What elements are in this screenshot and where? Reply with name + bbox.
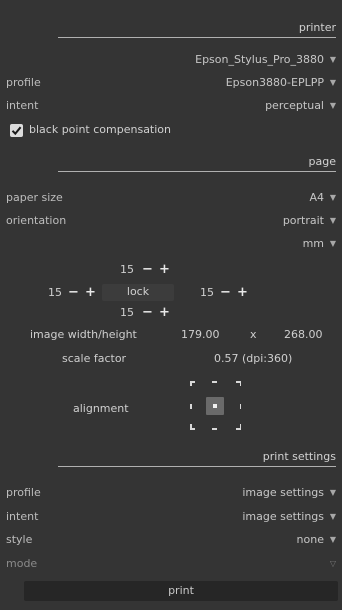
paper-size-label: paper size (6, 191, 63, 204)
orientation-select[interactable]: orientation portrait ▼ (6, 212, 336, 230)
image-height-value[interactable]: 268.00 (284, 328, 323, 341)
alignment-center-selected[interactable] (206, 397, 224, 415)
checkmark-icon (11, 126, 22, 136)
margin-top-value[interactable]: 15 (120, 263, 134, 276)
printer-profile-label: profile (6, 76, 41, 89)
alignment-label: alignment (73, 402, 129, 415)
paper-size-value: A4 (309, 191, 324, 204)
print-settings-section-divider (58, 466, 336, 467)
image-x-separator: x (250, 328, 257, 341)
printer-name: Epson_Stylus_Pro_3880 (195, 53, 324, 66)
margin-top-plus-icon[interactable]: + (159, 263, 170, 276)
margin-left-plus-icon[interactable]: + (85, 286, 96, 299)
scale-factor-label: scale factor (62, 352, 127, 365)
print-settings-section-title[interactable]: print settings (263, 450, 336, 463)
margin-right-plus-icon[interactable]: + (237, 286, 248, 299)
print-intent-value: image settings (242, 510, 324, 523)
print-profile-label: profile (6, 486, 41, 499)
printer-profile-value: Epson3880-EPLPP (225, 76, 324, 89)
margin-top-minus-icon[interactable]: − (142, 263, 153, 276)
margin-left-minus-icon[interactable]: − (68, 286, 79, 299)
image-width-value[interactable]: 179.00 (181, 328, 220, 341)
dropdown-arrow-icon: ▼ (329, 101, 336, 110)
margin-right-minus-icon[interactable]: − (220, 286, 231, 299)
margin-bottom-value[interactable]: 15 (120, 306, 134, 319)
lock-margins-toggle[interactable]: lock (102, 284, 174, 301)
page-section-divider (58, 171, 336, 172)
printer-select[interactable]: Epson_Stylus_Pro_3880 ▼ (6, 51, 336, 69)
print-mode-select[interactable]: mode ▽ (6, 555, 336, 573)
print-profile-select[interactable]: profile image settings ▼ (6, 484, 336, 502)
print-mode-label: mode (6, 557, 38, 570)
page-section-title[interactable]: page (309, 155, 336, 168)
black-point-compensation-checkbox[interactable] (10, 124, 23, 137)
unit-value: mm (302, 237, 324, 250)
dropdown-arrow-icon: ▼ (329, 512, 336, 521)
lock-label: lock (126, 285, 150, 298)
print-intent-select[interactable]: intent image settings ▼ (6, 508, 336, 526)
margin-bottom-plus-icon[interactable]: + (159, 306, 170, 319)
scale-factor-value: 0.57 (dpi:360) (214, 352, 293, 365)
printer-intent-select[interactable]: intent perceptual ▼ (6, 97, 336, 115)
print-intent-label: intent (6, 510, 39, 523)
center-dot-icon (213, 404, 217, 408)
dropdown-arrow-icon: ▼ (329, 239, 336, 248)
print-style-select[interactable]: style none ▼ (6, 531, 336, 549)
image-wh-label: image width/height (30, 328, 137, 341)
margin-bottom-minus-icon[interactable]: − (142, 306, 153, 319)
paper-size-select[interactable]: paper size A4 ▼ (6, 189, 336, 207)
orientation-value: portrait (282, 214, 324, 227)
print-profile-value: image settings (242, 486, 324, 499)
printer-intent-label: intent (6, 99, 39, 112)
unit-select[interactable]: mm ▼ (6, 235, 336, 253)
orientation-label: orientation (6, 214, 67, 227)
dropdown-arrow-icon: ▼ (329, 488, 336, 497)
print-style-label: style (6, 533, 33, 546)
printer-profile-select[interactable]: profile Epson3880-EPLPP ▼ (6, 74, 336, 92)
margin-left-value[interactable]: 15 (48, 286, 62, 299)
dropdown-arrow-icon: ▼ (329, 78, 336, 87)
printer-section-title[interactable]: printer (299, 21, 336, 34)
dropdown-arrow-disabled-icon: ▽ (329, 559, 336, 568)
dropdown-arrow-icon: ▼ (329, 193, 336, 202)
printer-section-divider (58, 37, 336, 38)
print-button[interactable]: print (24, 581, 338, 601)
dropdown-arrow-icon: ▼ (329, 55, 336, 64)
dropdown-arrow-icon: ▼ (329, 216, 336, 225)
print-style-value: none (296, 533, 324, 546)
printer-intent-value: perceptual (265, 99, 324, 112)
black-point-compensation-label[interactable]: black point compensation (29, 123, 171, 136)
margin-right-value[interactable]: 15 (200, 286, 214, 299)
dropdown-arrow-icon: ▼ (329, 535, 336, 544)
